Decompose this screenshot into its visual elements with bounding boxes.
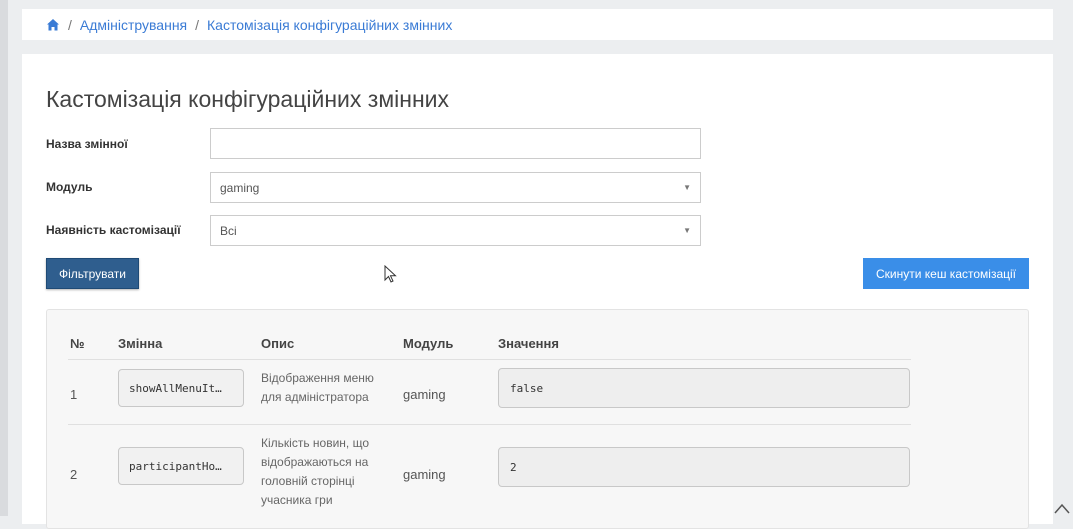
customization-select-value: Всі [220, 223, 237, 238]
row-number: 2 [70, 467, 78, 482]
variable-name-input[interactable] [210, 128, 701, 159]
variable-name-cell[interactable]: participantHo… [118, 447, 244, 485]
breadcrumb: / Адміністрування / Кастомізація конфігу… [22, 9, 1053, 40]
variables-table: № Змінна Опис Модуль Значення 1 showAllM… [46, 309, 1029, 529]
column-header-description: Опис [261, 336, 295, 351]
column-header-variable: Змінна [118, 336, 163, 351]
customization-label: Наявність кастомізації [46, 223, 181, 237]
row-number: 1 [70, 387, 78, 402]
main-panel: Кастомізація конфігураційних змінних Наз… [22, 54, 1053, 529]
customization-select[interactable]: Всі ▼ [210, 215, 701, 246]
description-cell: Кількість новин, що відображаються на го… [261, 436, 369, 507]
module-cell: gaming [403, 387, 446, 402]
page-title: Кастомізація конфігураційних змінних [46, 86, 449, 112]
variable-name-cell[interactable]: showAllMenuIt… [118, 369, 244, 407]
home-icon[interactable] [46, 18, 60, 32]
breadcrumb-link-administration[interactable]: Адміністрування [80, 17, 187, 33]
left-edge-strip [0, 0, 8, 516]
table-divider [68, 359, 911, 360]
value-field[interactable]: false [498, 368, 910, 408]
chevron-down-icon: ▼ [683, 183, 691, 192]
value-field[interactable]: 2 [498, 447, 910, 487]
module-select-value: gaming [220, 180, 260, 195]
description-cell: Відображення меню для адміністратора [261, 371, 374, 404]
mouse-cursor-icon [384, 265, 397, 283]
breadcrumb-separator: / [68, 16, 72, 33]
column-header-value: Значення [498, 336, 559, 351]
column-header-module: Модуль [403, 336, 454, 351]
module-select[interactable]: gaming ▼ [210, 172, 701, 203]
scroll-up-icon[interactable] [1051, 500, 1073, 516]
module-label: Модуль [46, 180, 93, 194]
breadcrumb-link-customization[interactable]: Кастомізація конфігураційних змінних [207, 17, 452, 33]
variable-name-label: Назва змінної [46, 137, 128, 151]
reset-cache-button[interactable]: Скинути кеш кастомізації [863, 258, 1029, 289]
filter-button[interactable]: Фільтрувати [46, 258, 139, 289]
module-cell: gaming [403, 467, 446, 482]
breadcrumb-separator: / [195, 16, 200, 33]
chevron-down-icon: ▼ [683, 226, 691, 235]
table-divider [68, 424, 911, 425]
column-header-number: № [70, 336, 85, 351]
